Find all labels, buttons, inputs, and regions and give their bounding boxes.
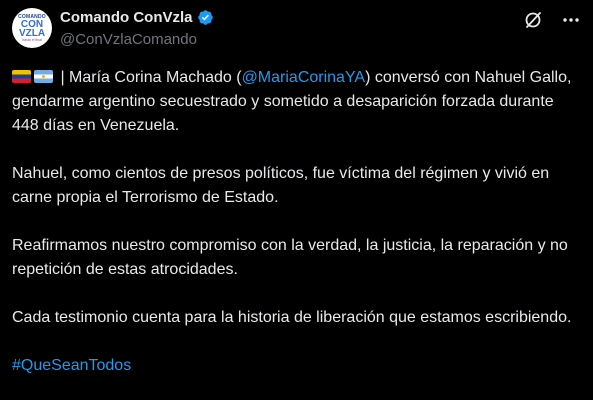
tweet-card: COMANDO CON VZLA hasta el final Comando … xyxy=(0,0,593,400)
avatar[interactable]: COMANDO CON VZLA hasta el final xyxy=(12,8,52,48)
tweet-paragraph-2: Nahuel, como cientos de presos políticos… xyxy=(12,165,550,206)
avatar-text-tagline: hasta el final xyxy=(22,37,42,42)
verified-badge-icon xyxy=(197,10,213,25)
tweet-actions-top xyxy=(505,10,581,30)
grok-icon[interactable] xyxy=(523,10,543,30)
mention-link[interactable]: @MariaCorinaYA xyxy=(242,69,366,86)
author-handle[interactable]: @ConVzlaComando xyxy=(60,31,197,48)
venezuela-flag-icon xyxy=(12,70,31,83)
tweet-paragraph-3: Reafirmamos nuestro compromiso con la ve… xyxy=(12,237,568,278)
paragraph-1-text-a: | María Corina Machado ( xyxy=(56,69,242,86)
avatar-text-vzla: VZLA xyxy=(18,27,46,39)
more-dots-icon[interactable] xyxy=(561,10,581,30)
tweet-paragraph-1: | María Corina Machado (@MariaCorinaYA) … xyxy=(12,66,582,138)
author-display-name[interactable]: Comando ConVzla xyxy=(60,9,193,26)
tweet-paragraph-4: Cada testimonio cuenta para la historia … xyxy=(12,309,572,326)
author-name-row: Comando ConVzla xyxy=(60,9,214,26)
tweet-text: | María Corina Machado (@MariaCorinaYA) … xyxy=(12,66,582,378)
argentina-flag-icon xyxy=(34,70,53,83)
hashtag-link[interactable]: #QueSeanTodos xyxy=(12,357,131,374)
